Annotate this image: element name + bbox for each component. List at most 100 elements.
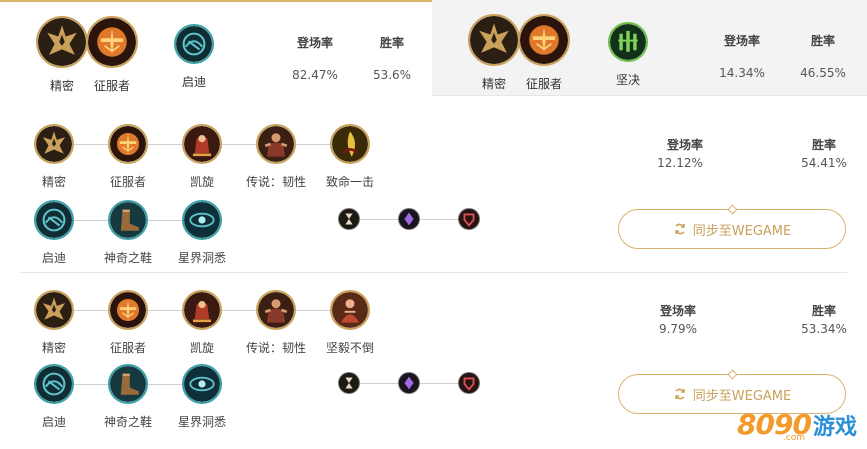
precision-icon	[36, 16, 88, 68]
rune-label: 凯旋	[189, 175, 214, 189]
tenacity-icon	[256, 124, 296, 164]
rune-label: 坚决	[615, 73, 640, 87]
pick-rate-value: 82.47%	[292, 68, 338, 82]
pick-rate-header: 登场率	[296, 36, 333, 50]
adaptive-diamond-icon	[398, 208, 420, 230]
pick-rate-header: 登场率	[723, 34, 760, 48]
rune-label: 征服者	[109, 341, 146, 355]
site-watermark-logo: 8090 游戏 .com	[737, 408, 857, 443]
rune-label: 征服者	[109, 175, 146, 189]
rune-label: 星界洞悉	[177, 251, 226, 265]
rune-label: 传说：韧性	[245, 175, 306, 189]
primary-rune-chain: 精密 征服者 凯旋 传说：韧性 坚毅不倒	[20, 290, 380, 355]
rune-cosmic-insight: 星界洞悉	[164, 200, 240, 266]
win-rate-value: 53.34%	[801, 322, 847, 336]
rune-magical-footwear: 神奇之鞋	[90, 200, 166, 266]
conqueror-icon	[86, 16, 138, 68]
rune-triumph: 凯旋	[164, 290, 240, 356]
cosmic-insight-icon	[182, 200, 222, 240]
rune-precision: 精密	[36, 16, 88, 94]
rune-inspiration: 启迪	[16, 364, 92, 430]
rune-label: 星界洞悉	[177, 415, 226, 429]
refresh-icon	[675, 388, 685, 400]
rune-tab-conqueror-resolve[interactable]: 精密 征服者 坚决 登场率 胜率 14.34% 46.55%	[432, 0, 867, 96]
rune-conqueror: 征服者	[90, 290, 166, 356]
rune-label: 征服者	[93, 79, 130, 93]
rune-build-row: 精密 征服者 凯旋 传说：韧性 致命一击 启迪 神奇之鞋 星界洞悉 登场率 胜率…	[20, 110, 847, 270]
triumph-icon	[182, 124, 222, 164]
sync-to-wegame-button[interactable]: 同步至WEGAME	[618, 204, 846, 249]
inspiration-icon	[34, 364, 74, 404]
rune-label: 传说：韧性	[245, 341, 306, 355]
pick-rate-header: 登场率	[659, 304, 696, 318]
coup-de-grace-icon	[330, 124, 370, 164]
adaptive-diamond-icon	[398, 372, 420, 394]
rune-resolve: 坚决	[602, 14, 654, 88]
cosmic-insight-icon	[182, 364, 222, 404]
triumph-icon	[182, 290, 222, 330]
boots-icon	[108, 200, 148, 240]
rune-precision: 精密	[16, 290, 92, 356]
rune-conqueror: 征服者	[86, 16, 138, 94]
win-rate-value: 53.6%	[372, 68, 412, 82]
boots-icon	[108, 364, 148, 404]
secondary-rune-chain: 启迪 神奇之鞋 星界洞悉	[20, 200, 240, 265]
rune-label: 征服者	[525, 77, 562, 91]
precision-icon	[34, 290, 74, 330]
rune-tab-conqueror-inspiration[interactable]: 精密 征服者 启迪 登场率 胜率 82.47% 53.6%	[0, 0, 432, 96]
conqueror-icon	[108, 124, 148, 164]
precision-icon	[468, 14, 520, 66]
rune-build-row: 精密 征服者 凯旋 传说：韧性 坚毅不倒 启迪 神奇之鞋 星界洞悉 登场率 胜率…	[20, 276, 847, 436]
tenacity-icon	[256, 290, 296, 330]
armor-shield-icon	[458, 372, 480, 394]
precision-icon	[34, 124, 74, 164]
stat-shards	[338, 208, 482, 232]
pick-rate-value: 14.34%	[719, 66, 765, 80]
rune-label: 精密	[481, 77, 506, 91]
rune-label: 启迪	[41, 251, 66, 265]
rune-magical-footwear: 神奇之鞋	[90, 364, 166, 430]
primary-rune-chain: 精密 征服者 凯旋 传说：韧性 致命一击	[20, 124, 380, 189]
rune-legend-tenacity: 传说：韧性	[238, 124, 314, 190]
rune-label: 启迪	[181, 75, 206, 89]
conqueror-icon	[518, 14, 570, 66]
pick-rate-header: 登场率	[666, 138, 703, 152]
rune-label: 精密	[49, 79, 74, 93]
pick-rate-value: 12.12%	[657, 156, 703, 170]
resolve-icon	[608, 22, 648, 62]
win-rate-header: 胜率	[810, 34, 835, 48]
rune-label: 启迪	[41, 415, 66, 429]
unflinching-icon	[330, 290, 370, 330]
rune-label: 精密	[41, 175, 66, 189]
rune-label: 坚毅不倒	[325, 341, 374, 355]
rune-precision: 精密	[468, 14, 520, 92]
rune-conqueror: 征服者	[90, 124, 166, 190]
rune-inspiration: 启迪	[16, 200, 92, 266]
inspiration-icon	[174, 24, 214, 64]
pick-rate-value: 9.79%	[658, 322, 698, 336]
rune-cosmic-insight: 星界洞悉	[164, 364, 240, 430]
row-divider	[20, 272, 847, 273]
sync-label: 同步至WEGAME	[692, 388, 792, 404]
rune-label: 神奇之鞋	[103, 251, 152, 265]
rune-label: 精密	[41, 341, 66, 355]
win-rate-header: 胜率	[379, 36, 404, 50]
rune-conqueror: 征服者	[518, 14, 570, 92]
hourglass-icon	[338, 208, 360, 230]
secondary-rune-chain: 启迪 神奇之鞋 星界洞悉	[20, 364, 240, 429]
rune-label: 致命一击	[325, 175, 374, 189]
armor-shield-icon	[458, 208, 480, 230]
watermark-text: 游戏	[812, 415, 857, 440]
rune-triumph: 凯旋	[164, 124, 240, 190]
rune-precision: 精密	[16, 124, 92, 190]
watermark-domain: .com	[782, 433, 805, 443]
win-rate-header: 胜率	[811, 304, 836, 318]
rune-label: 凯旋	[189, 341, 214, 355]
refresh-icon	[675, 223, 685, 235]
rune-legend-tenacity: 传说：韧性	[238, 290, 314, 356]
rune-inspiration: 启迪	[168, 16, 220, 90]
rune-unflinching: 坚毅不倒	[312, 290, 388, 356]
rune-label: 神奇之鞋	[103, 415, 152, 429]
win-rate-header: 胜率	[811, 138, 836, 152]
sync-label: 同步至WEGAME	[692, 223, 792, 239]
